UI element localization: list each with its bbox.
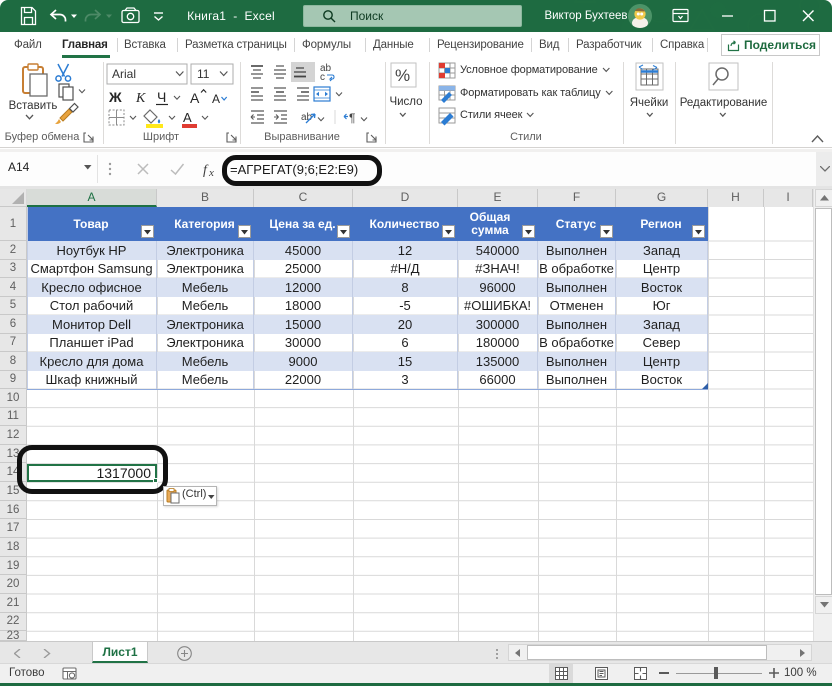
svg-text:А: А (212, 92, 220, 106)
svg-text:c: c (320, 72, 325, 83)
svg-text:Ж: Ж (108, 89, 122, 105)
svg-text:А: А (190, 90, 200, 106)
svg-text:Ч: Ч (157, 89, 166, 105)
svg-text:К: К (135, 91, 146, 106)
svg-text:x: x (208, 167, 214, 179)
svg-text:А: А (183, 110, 192, 125)
svg-text:%: % (395, 66, 410, 85)
svg-text:¶: ¶ (349, 111, 355, 125)
